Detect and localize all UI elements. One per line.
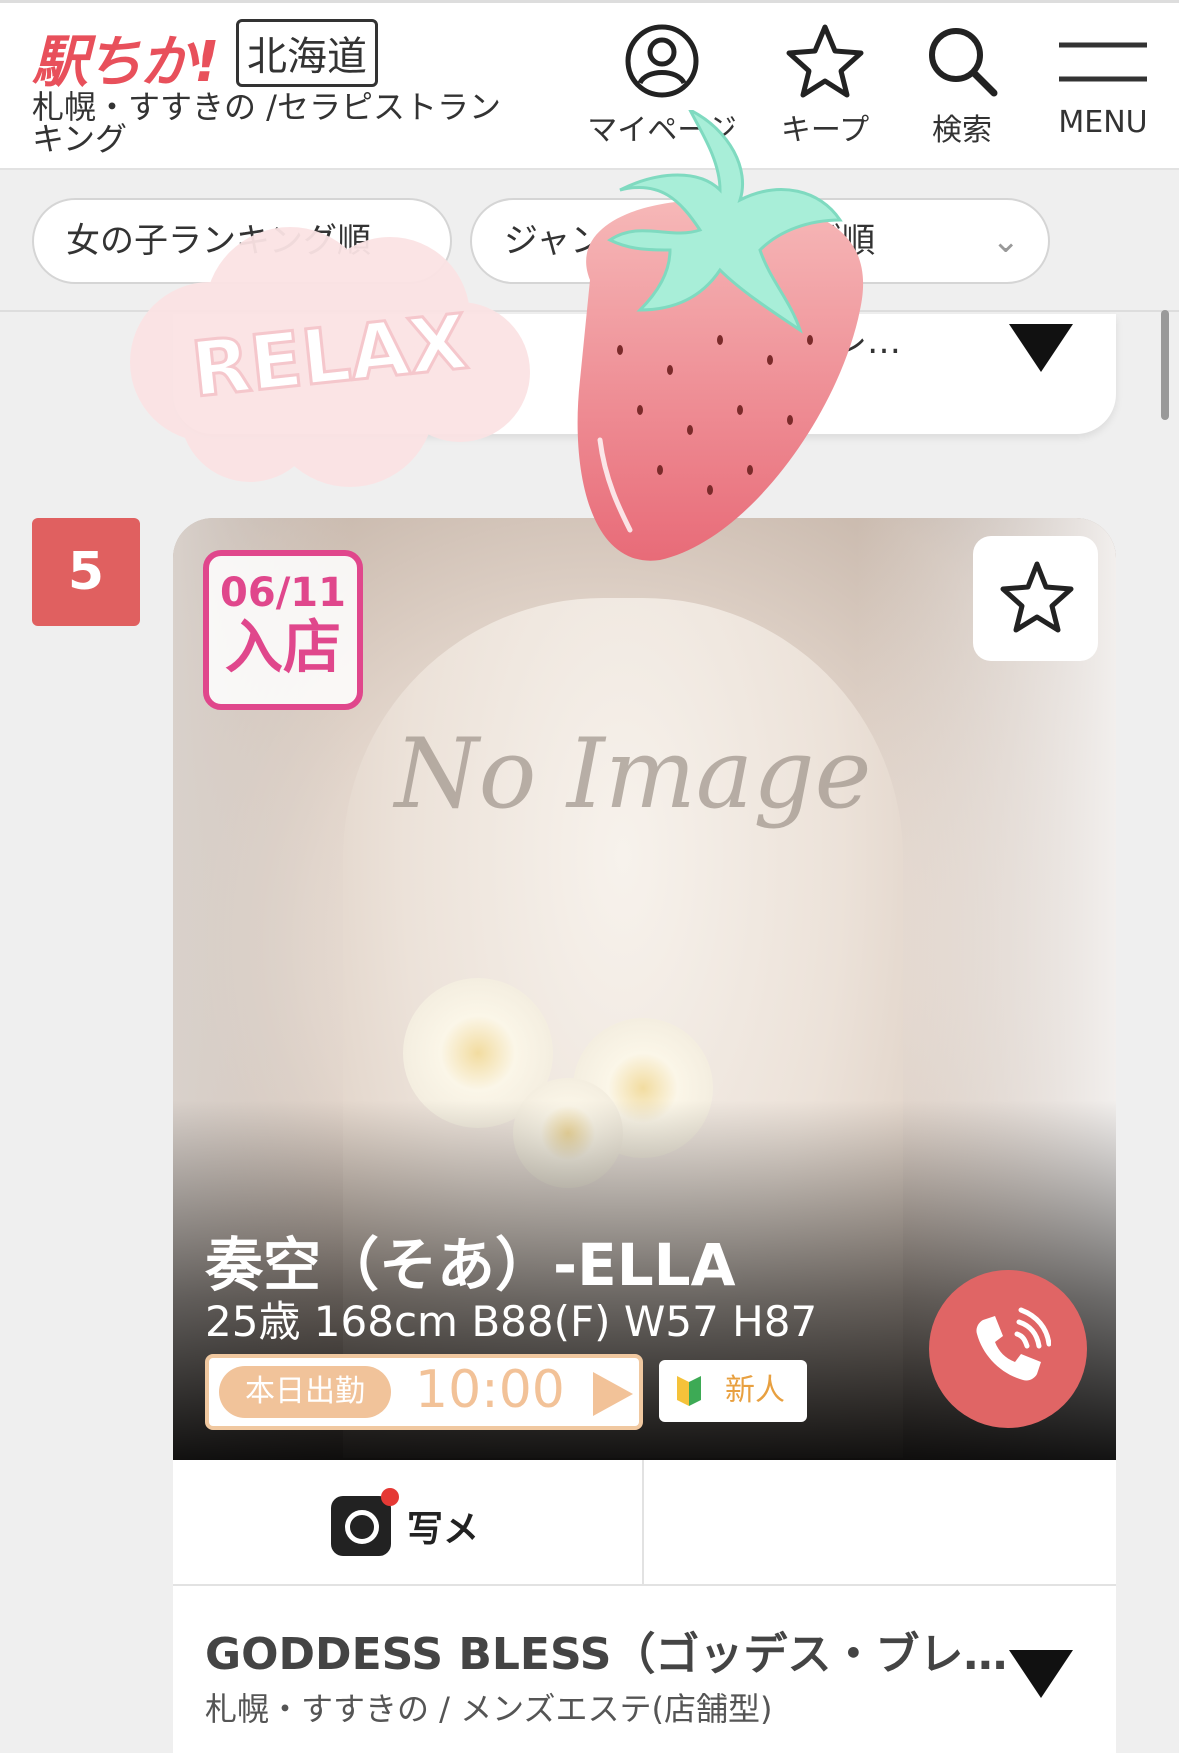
chevron-down-icon: ⌄ (991, 221, 1021, 261)
search-label: 検索 (932, 113, 992, 148)
photo-diary-button[interactable]: 写メ (173, 1460, 642, 1586)
play-triangle-icon (593, 1372, 633, 1416)
call-button[interactable] (929, 1270, 1087, 1428)
no-image-watermark: No Image (394, 718, 872, 830)
therapist-photo[interactable]: No Image 06/11 入店 奏空（そあ）-ELLA 25歳 168cm … (173, 518, 1116, 1460)
star-icon (1000, 561, 1074, 633)
new-entry-label: 入店 (224, 613, 341, 681)
user-icon (625, 24, 699, 98)
scrollbar[interactable] (1161, 310, 1169, 420)
card-actions: 写メ (173, 1460, 1116, 1586)
star-icon (786, 24, 864, 98)
schedule-tag: 本日出勤 (219, 1366, 391, 1418)
notification-dot (381, 1488, 399, 1506)
hamburger-icon (1059, 42, 1147, 82)
expand-triangle-icon[interactable] (1009, 1650, 1073, 1698)
relax-cloud-sticker: RELAX (130, 227, 530, 487)
new-entry-badge: 06/11 入店 (203, 550, 363, 710)
therapist-card[interactable]: No Image 06/11 入店 奏空（そあ）-ELLA 25歳 168cm … (173, 518, 1116, 1753)
region-badge[interactable]: 北海道 (236, 19, 378, 87)
photo-diary-label: 写メ (407, 1509, 480, 1550)
site-logo[interactable]: 駅ちか! (32, 17, 220, 98)
rank-badge: 5 (32, 518, 140, 626)
therapist-profile: 25歳 168cm B88(F) W57 H87 (205, 1297, 818, 1346)
beginner-leaf-icon (677, 1376, 701, 1406)
camera-icon (331, 1496, 391, 1556)
shop-area-category: 札幌・すすきの / メンズエステ(店舗型) (205, 1690, 773, 1728)
expand-triangle-icon[interactable] (1009, 324, 1073, 372)
search-icon (929, 28, 998, 97)
shop-name[interactable]: GODDESS BLESS（ゴッデス・ブレ… (205, 1618, 1007, 1682)
schedule-box[interactable]: 本日出勤 10:00 (205, 1354, 643, 1430)
schedule-time: 10:00 (415, 1360, 565, 1420)
new-entry-date: 06/11 (220, 570, 346, 616)
phone-icon (976, 1307, 1051, 1381)
newface-badge: 新人 (659, 1360, 807, 1422)
keep-star-button[interactable] (973, 536, 1098, 661)
actions-divider (642, 1460, 644, 1586)
breadcrumb: 札幌・すすきの /セラピストランキング (32, 88, 501, 158)
strawberry-sticker (577, 110, 864, 561)
menu-label: MENU (1058, 105, 1148, 140)
search-button[interactable]: 検索 (912, 23, 1012, 153)
newface-label: 新人 (725, 1373, 785, 1408)
menu-button[interactable]: MENU (1048, 23, 1158, 153)
